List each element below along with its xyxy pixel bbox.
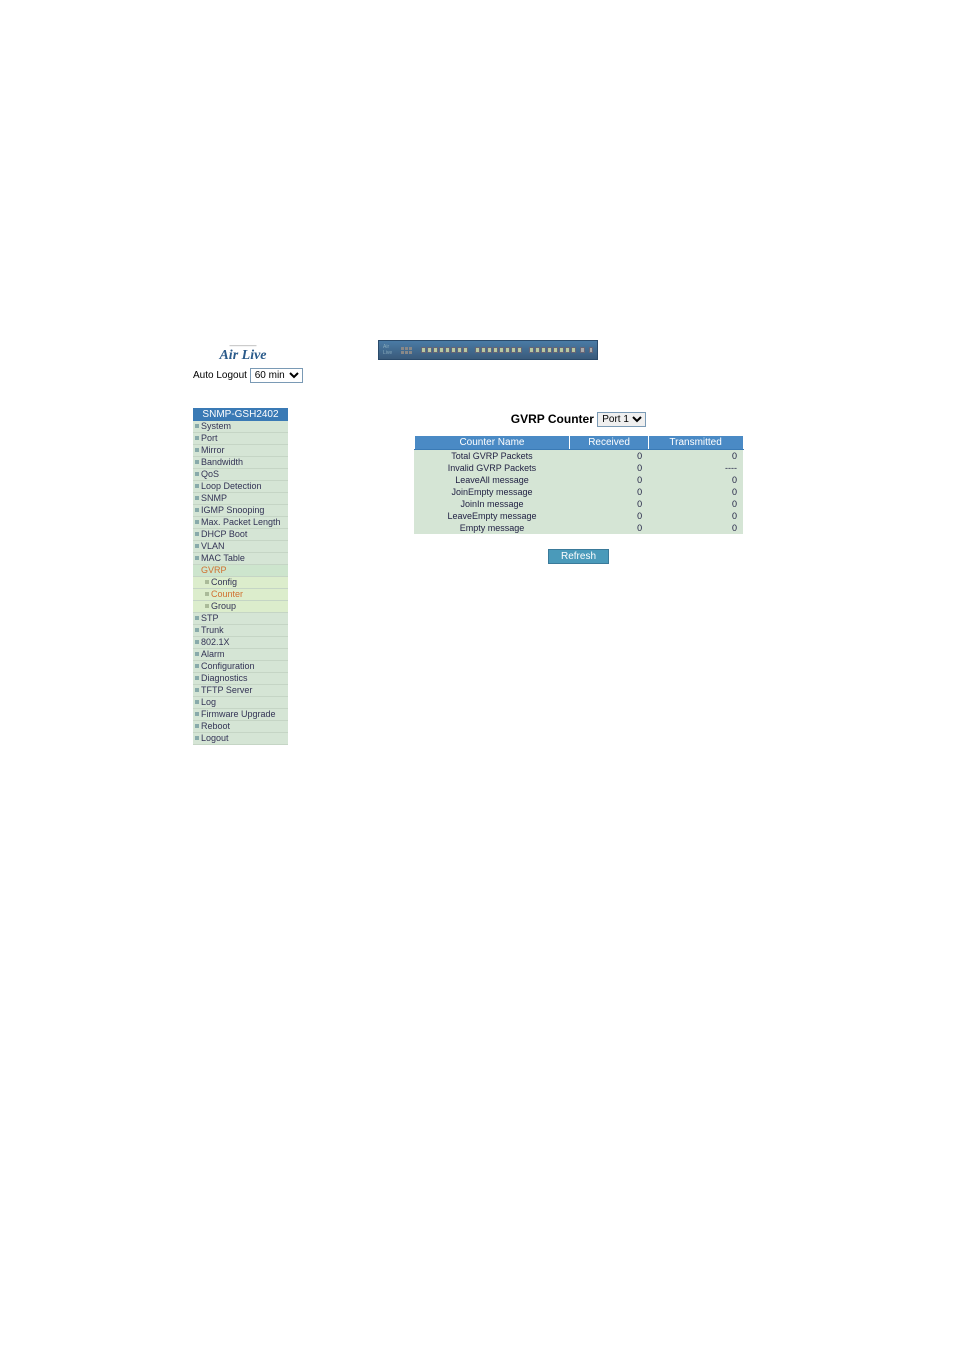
- sidebar-item-max-packet-length[interactable]: Max. Packet Length: [193, 517, 288, 529]
- sidebar-item-alarm[interactable]: Alarm: [193, 649, 288, 661]
- cell-transmitted: 0: [648, 474, 743, 486]
- sidebar-item-port[interactable]: Port: [193, 433, 288, 445]
- port-group-2: [475, 347, 522, 353]
- sidebar-item-vlan[interactable]: VLAN: [193, 541, 288, 553]
- table-row: Empty message00: [414, 522, 743, 534]
- title-text: GVRP Counter: [511, 412, 594, 426]
- sidebar-item-group[interactable]: Group: [193, 601, 288, 613]
- cell-transmitted: 0: [648, 510, 743, 522]
- cell-received: 0: [570, 450, 648, 463]
- sidebar-item-trunk[interactable]: Trunk: [193, 625, 288, 637]
- port-group-1: [421, 347, 468, 353]
- device-label: Air Live: [383, 344, 398, 356]
- table-row: JoinIn message00: [414, 498, 743, 510]
- cell-counter-name: LeaveEmpty message: [414, 510, 570, 522]
- led-block: [401, 347, 412, 354]
- uplink-port-1: [580, 347, 585, 353]
- cell-received: 0: [570, 498, 648, 510]
- sidebar-item-snmp[interactable]: SNMP: [193, 493, 288, 505]
- table-row: LeaveAll message00: [414, 474, 743, 486]
- sidebar-item-loop-detection[interactable]: Loop Detection: [193, 481, 288, 493]
- auto-logout-area: Auto Logout 60 min: [193, 368, 293, 383]
- col-transmitted: Transmitted: [648, 436, 743, 450]
- sidebar-item-log[interactable]: Log: [193, 697, 288, 709]
- table-row: Invalid GVRP Packets0----: [414, 462, 743, 474]
- gvrp-counter-table: Counter Name Received Transmitted Total …: [414, 435, 744, 534]
- brand-area: ——— Air Live Auto Logout 60 min: [193, 340, 293, 383]
- header-bar: ——— Air Live Auto Logout 60 min Air Live: [193, 340, 754, 383]
- cell-counter-name: Invalid GVRP Packets: [414, 462, 570, 474]
- page-title: GVRP Counter Port 1: [403, 412, 754, 427]
- cell-transmitted: 0: [648, 486, 743, 498]
- table-row: Total GVRP Packets00: [414, 450, 743, 463]
- uplink-port-2: [589, 347, 594, 353]
- auto-logout-label: Auto Logout: [193, 370, 247, 381]
- sidebar-item-system[interactable]: System: [193, 421, 288, 433]
- main-content: GVRP Counter Port 1 Counter Name Receive…: [288, 408, 754, 745]
- sidebar-item-dhcp-boot[interactable]: DHCP Boot: [193, 529, 288, 541]
- sidebar-item-counter[interactable]: Counter: [193, 589, 288, 601]
- cell-transmitted: 0: [648, 498, 743, 510]
- sidebar-title: SNMP-GSH2402: [193, 408, 288, 421]
- port-select[interactable]: Port 1: [597, 412, 646, 427]
- col-counter-name: Counter Name: [414, 436, 570, 450]
- auto-logout-select[interactable]: 60 min: [250, 368, 303, 383]
- sidebar-item-qos[interactable]: QoS: [193, 469, 288, 481]
- cell-transmitted: 0: [648, 522, 743, 534]
- sidebar-item-config[interactable]: Config: [193, 577, 288, 589]
- port-group-3: [529, 347, 576, 353]
- sidebar-item-tftp-server[interactable]: TFTP Server: [193, 685, 288, 697]
- device-panel: Air Live: [378, 340, 598, 360]
- cell-received: 0: [570, 462, 648, 474]
- col-received: Received: [570, 436, 648, 450]
- sidebar: SNMP-GSH2402 SystemPortMirrorBandwidthQo…: [193, 408, 288, 745]
- table-row: JoinEmpty message00: [414, 486, 743, 498]
- sidebar-item-igmp-snooping[interactable]: IGMP Snooping: [193, 505, 288, 517]
- sidebar-item-stp[interactable]: STP: [193, 613, 288, 625]
- cell-counter-name: JoinEmpty message: [414, 486, 570, 498]
- sidebar-item-gvrp[interactable]: GVRP: [193, 565, 288, 577]
- cell-received: 0: [570, 510, 648, 522]
- cell-counter-name: Total GVRP Packets: [414, 450, 570, 463]
- sidebar-item-diagnostics[interactable]: Diagnostics: [193, 673, 288, 685]
- cell-counter-name: LeaveAll message: [414, 474, 570, 486]
- cell-received: 0: [570, 474, 648, 486]
- sidebar-item-logout[interactable]: Logout: [193, 733, 288, 745]
- cell-transmitted: ----: [648, 462, 743, 474]
- sidebar-item-mirror[interactable]: Mirror: [193, 445, 288, 457]
- cell-counter-name: Empty message: [414, 522, 570, 534]
- cell-counter-name: JoinIn message: [414, 498, 570, 510]
- cell-transmitted: 0: [648, 450, 743, 463]
- sidebar-item-mac-table[interactable]: MAC Table: [193, 553, 288, 565]
- cell-received: 0: [570, 522, 648, 534]
- table-row: LeaveEmpty message00: [414, 510, 743, 522]
- sidebar-item-configuration[interactable]: Configuration: [193, 661, 288, 673]
- brand-logo: Air Live: [193, 348, 293, 364]
- port-icon: [421, 347, 426, 353]
- sidebar-item-802-1x[interactable]: 802.1X: [193, 637, 288, 649]
- sidebar-item-reboot[interactable]: Reboot: [193, 721, 288, 733]
- refresh-button[interactable]: Refresh: [548, 549, 609, 564]
- sidebar-item-firmware-upgrade[interactable]: Firmware Upgrade: [193, 709, 288, 721]
- cell-received: 0: [570, 486, 648, 498]
- sidebar-item-bandwidth[interactable]: Bandwidth: [193, 457, 288, 469]
